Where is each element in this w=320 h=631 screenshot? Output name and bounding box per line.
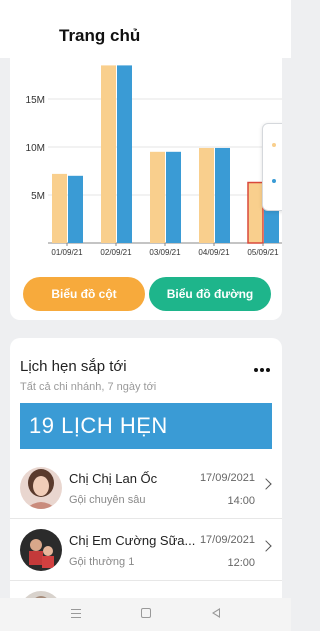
y-tick-label: 5M bbox=[31, 191, 45, 202]
appointment-count-banner: 19 LỊCH HẸN bbox=[20, 403, 272, 449]
appointment-time: 12:00 bbox=[227, 557, 255, 569]
bar-series-2 bbox=[117, 65, 132, 244]
customer-name: Chị Em Cường Sữa... bbox=[69, 533, 196, 548]
x-tick-label: 02/09/21 bbox=[100, 248, 132, 257]
bar-series-1 bbox=[101, 65, 116, 244]
bar-series-2 bbox=[68, 175, 83, 243]
home-icon[interactable] bbox=[141, 608, 151, 618]
bar-series-2 bbox=[215, 147, 230, 243]
service-name: Gội thường 1 bbox=[69, 556, 135, 568]
service-name: Gội chuyên sâu bbox=[69, 494, 146, 506]
x-tick-label: 01/09/21 bbox=[51, 248, 83, 257]
y-tick-label: 10M bbox=[26, 143, 45, 154]
appointment-date: 17/09/2021 bbox=[199, 534, 255, 546]
bar-series-1 bbox=[199, 147, 214, 243]
tooltip-series-2-dot bbox=[272, 179, 276, 183]
appointment-row[interactable]: Chị Em Cường Sữa... Gội thường 1 17/09/2… bbox=[10, 520, 282, 581]
chevron-right-icon bbox=[260, 540, 272, 552]
avatar bbox=[20, 467, 62, 509]
appointment-row[interactable]: Chị Chị Lan Ốc Gội chuyên sâu 17/09/2021… bbox=[10, 458, 282, 519]
y-tick-label: 15M bbox=[26, 95, 45, 106]
x-tick-label: 03/09/21 bbox=[149, 248, 181, 257]
back-icon[interactable] bbox=[212, 608, 220, 618]
chevron-right-icon bbox=[260, 478, 272, 490]
upcoming-appointments-card: Lịch hẹn sắp tới Tất cả chi nhánh, 7 ngà… bbox=[10, 338, 282, 608]
customer-name: Chị Chị Lan Ốc bbox=[69, 471, 158, 486]
system-navigation-bar bbox=[0, 598, 291, 631]
line-chart-button[interactable]: Biểu đồ đường bbox=[149, 277, 271, 311]
appointments-title: Lịch hẹn sắp tới bbox=[20, 358, 127, 375]
app-header: Trang chủ bbox=[0, 0, 291, 58]
appointment-date: 17/09/2021 bbox=[199, 472, 255, 484]
bar-series-2 bbox=[166, 151, 181, 243]
tooltip-series-1-dot bbox=[272, 143, 276, 147]
bar-series-1 bbox=[150, 151, 165, 243]
more-horizontal-icon[interactable] bbox=[252, 362, 272, 378]
revenue-bar-chart[interactable]: 5M 10M 15M 01/09/21 02/09/21 03/09/21 04/09/21… bbox=[10, 40, 282, 270]
bar-series-1 bbox=[247, 181, 264, 244]
x-tick-label: 05/09/21 bbox=[247, 248, 279, 257]
chart-tooltip bbox=[262, 123, 282, 211]
bar-chart-button[interactable]: Biểu đồ cột bbox=[23, 277, 145, 311]
bar-series-1 bbox=[52, 173, 67, 243]
avatar bbox=[20, 529, 62, 571]
x-tick-label: 04/09/21 bbox=[198, 248, 230, 257]
recent-apps-icon[interactable] bbox=[71, 609, 81, 618]
revenue-chart-card: 5M 10M 15M 01/09/21 02/09/21 03/09/21 04/09/21… bbox=[10, 40, 282, 320]
appointment-time: 14:00 bbox=[227, 495, 255, 507]
page-title: Trang chủ bbox=[59, 26, 141, 45]
appointments-subtitle: Tất cả chi nhánh, 7 ngày tới bbox=[20, 381, 157, 393]
